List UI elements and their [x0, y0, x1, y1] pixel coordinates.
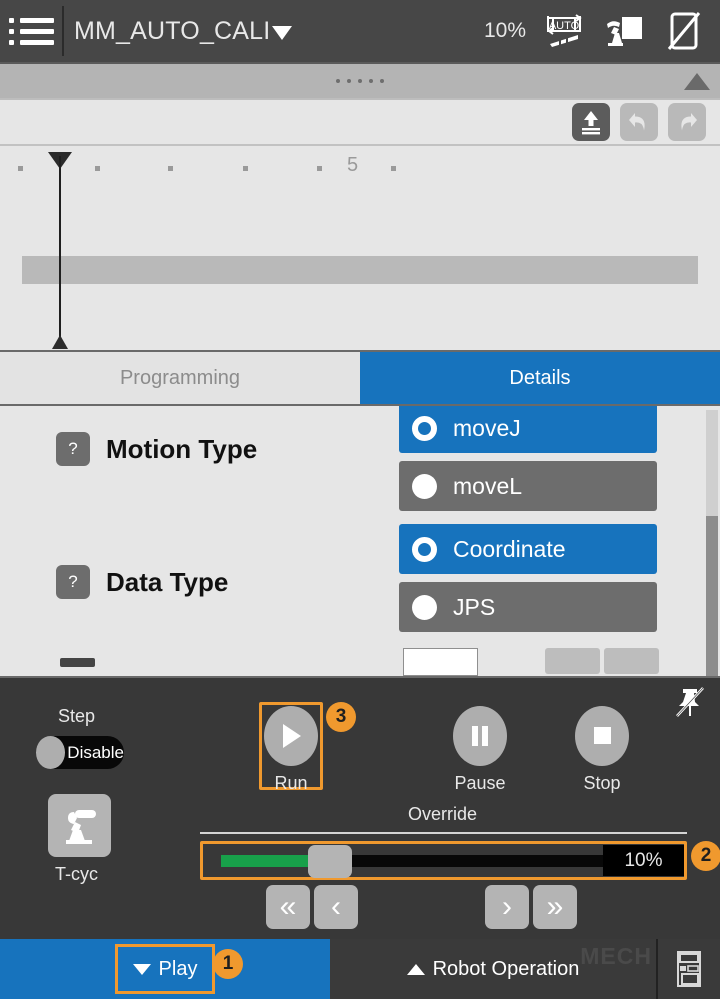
hamburger-menu-icon[interactable] — [0, 0, 62, 62]
radio-icon — [412, 415, 437, 441]
details-hscrollbar-thumb[interactable] — [60, 658, 95, 667]
step-forward-button[interactable]: › — [485, 885, 529, 929]
auto-mode-icon[interactable]: AUTO — [542, 9, 586, 53]
play-button[interactable]: Play — [115, 944, 215, 994]
option-jps[interactable]: JPS — [399, 582, 657, 632]
step-toggle-label: Disable — [67, 742, 124, 762]
screen-disabled-icon[interactable] — [662, 9, 706, 53]
details-scrollbar-thumb[interactable] — [706, 516, 718, 676]
pause-bars-icon — [472, 726, 488, 746]
tcyc-button[interactable] — [48, 794, 111, 857]
double-chevron-left-icon: « — [279, 890, 297, 923]
edit-toolbar — [0, 98, 720, 144]
stop-label: Stop — [583, 773, 621, 793]
unpin-icon[interactable] — [672, 684, 708, 720]
override-label: Override — [408, 804, 478, 824]
play-triangle-icon — [283, 724, 301, 748]
caret-down-icon — [132, 963, 151, 975]
bottom-bar: Play 1 Robot Operation MECH — [0, 939, 720, 999]
header-status-group: 10% AUTO — [484, 9, 720, 53]
skip-back-button[interactable]: « — [266, 885, 310, 929]
robot-operation-label: Robot Operation — [432, 957, 580, 980]
play-section: Play 1 — [0, 939, 330, 999]
override-divider — [200, 832, 687, 834]
run-button-circle — [264, 706, 318, 766]
panel-tabs: Programming Details — [0, 350, 720, 404]
skip-forward-button[interactable]: » — [533, 885, 577, 929]
step-badge-1: 1 — [213, 949, 243, 979]
robot-operation-button[interactable]: Robot Operation MECH — [330, 939, 656, 999]
tab-details[interactable]: Details — [360, 352, 720, 404]
data-type-row: ? Data Type — [56, 565, 228, 599]
mech-mind-watermark: MECH — [580, 943, 652, 969]
motion-type-label: Motion Type — [106, 433, 258, 464]
layout-button[interactable] — [656, 939, 720, 999]
play-label: Play — [158, 957, 198, 980]
grab-dots-icon — [336, 79, 384, 83]
caret-down-icon[interactable] — [272, 25, 293, 40]
pause-button[interactable]: Pause — [453, 706, 507, 794]
step-toggle-knob — [36, 736, 66, 769]
panel-grab-handle[interactable] — [0, 62, 720, 98]
double-chevron-right-icon: » — [546, 890, 564, 923]
run-label: Run — [274, 773, 308, 793]
svg-text:AUTO: AUTO — [549, 20, 580, 32]
playhead-end-marker-icon — [52, 335, 68, 349]
details-panel: ? Motion Type moveJ moveL ? Data Type Co… — [0, 404, 720, 676]
tab-programming[interactable]: Programming — [0, 352, 360, 404]
step-badge-2: 2 — [691, 841, 720, 871]
data-type-label: Data Type — [106, 566, 229, 597]
stop-button-circle — [575, 706, 629, 766]
app-header: MM_AUTO_CALI 10% AUTO — [0, 0, 720, 62]
caret-up-icon — [406, 963, 425, 975]
step-toggle[interactable]: Disable — [36, 736, 124, 769]
radio-icon — [412, 473, 437, 499]
help-question-icon[interactable]: ? — [56, 432, 90, 466]
run-button[interactable]: Run — [264, 706, 318, 794]
timeline-node-list: MECH MIND — [0, 146, 720, 350]
undo-button[interactable] — [620, 103, 658, 141]
collapse-up-arrow-icon[interactable] — [684, 73, 710, 90]
robot-tool-icon[interactable] — [602, 9, 646, 53]
speed-percent-label: 10% — [483, 19, 526, 42]
option-movej-label: moveJ — [453, 414, 521, 441]
option-movel[interactable]: moveL — [399, 461, 657, 511]
layout-panels-icon — [677, 951, 701, 987]
program-name-label: MM_AUTO_CALI — [74, 16, 271, 45]
chevron-right-icon: › — [502, 890, 512, 923]
robot-arm-icon — [65, 809, 96, 844]
step-back-button[interactable]: ‹ — [314, 885, 358, 929]
program-timeline[interactable]: 5 MECH MIND — [0, 144, 720, 350]
help-question-icon[interactable]: ? — [56, 565, 90, 599]
step-badge-3: 3 — [326, 702, 356, 732]
pause-button-circle — [453, 706, 507, 766]
option-movel-label: moveL — [453, 472, 523, 499]
option-movej[interactable]: moveJ — [399, 406, 657, 453]
option-jps-label: JPS — [453, 593, 496, 620]
override-value-display: 10% — [603, 845, 684, 876]
override-slider-knob[interactable] — [308, 845, 352, 878]
stop-square-icon — [594, 727, 611, 744]
motion-type-row: ? Motion Type — [56, 432, 257, 466]
tcyc-label: T-cyc — [55, 864, 98, 884]
option-coordinate-label: Coordinate — [453, 535, 566, 562]
step-label: Step — [58, 706, 96, 726]
radio-icon — [412, 536, 437, 562]
option-coordinate[interactable]: Coordinate — [399, 524, 657, 574]
radio-icon — [412, 594, 437, 620]
partial-button-1[interactable] — [545, 648, 600, 674]
header-divider — [62, 6, 64, 56]
redo-button[interactable] — [668, 103, 706, 141]
partial-text-input[interactable] — [403, 648, 478, 676]
program-name-selector[interactable]: MM_AUTO_CALI — [74, 16, 293, 46]
upload-button[interactable] — [572, 103, 610, 141]
pause-label: Pause — [454, 773, 506, 793]
partial-button-2[interactable] — [604, 648, 659, 674]
chevron-left-icon: ‹ — [331, 890, 341, 923]
stop-button[interactable]: Stop — [575, 706, 629, 794]
